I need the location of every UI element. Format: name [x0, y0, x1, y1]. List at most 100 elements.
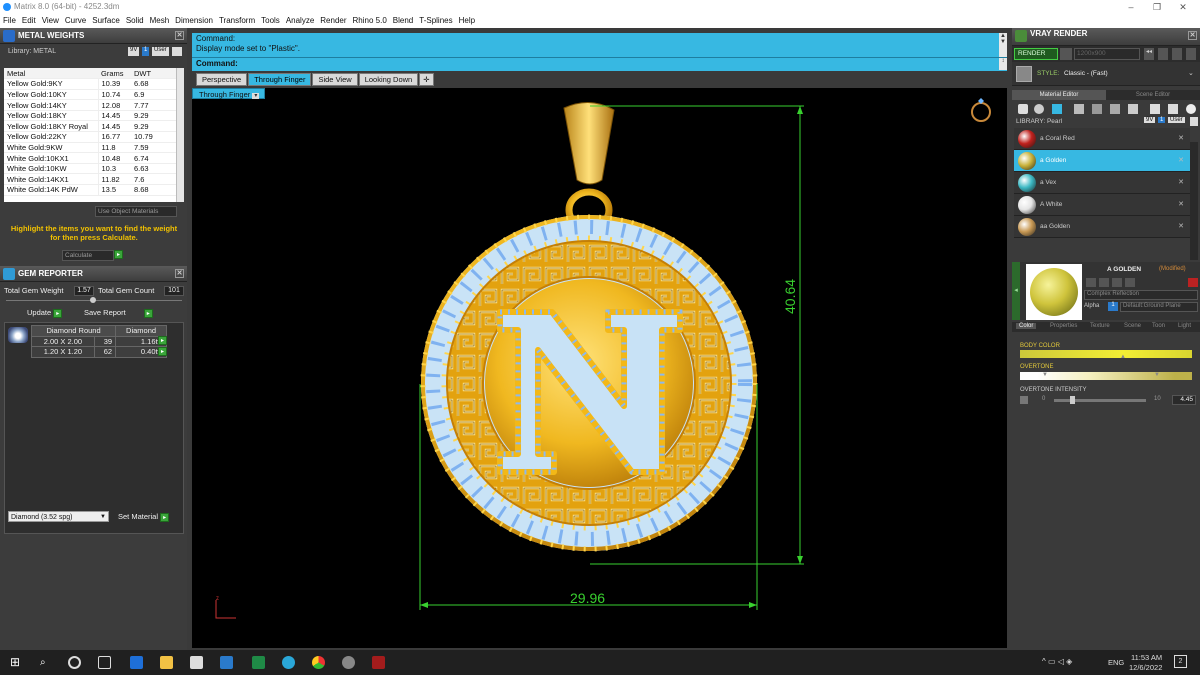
metal-table-row[interactable]: White Gold:14KX1 11.82 7.6	[4, 173, 176, 186]
remove-material-icon[interactable]: ✕	[1178, 200, 1184, 208]
command-scrollbar[interactable]: ▲ ▼	[999, 33, 1007, 57]
style-row[interactable]: STYLE: Classic - (Fast) ⌄	[1012, 62, 1200, 86]
overtone-handle-left[interactable]: ▼	[1042, 372, 1048, 378]
menu-view[interactable]: View	[39, 14, 62, 28]
menu-help[interactable]: Help	[456, 14, 478, 28]
tab-color[interactable]: Color	[1016, 323, 1037, 329]
tab-scene[interactable]: Scene	[1124, 323, 1141, 329]
metal-1-button[interactable]: 1	[142, 47, 150, 56]
remove-material-icon[interactable]: ✕	[1178, 156, 1184, 164]
eyedrop-tool-icon[interactable]	[1168, 104, 1178, 114]
system-tray-icons[interactable]: ^ ▭ ◁ ◈	[1042, 657, 1072, 666]
lib-1-button[interactable]: 1	[1158, 117, 1166, 123]
material-item[interactable]: a Coral Red ✕	[1014, 128, 1190, 150]
material-item[interactable]: A White ✕	[1014, 194, 1190, 216]
gem-table-row[interactable]: 1.20 X 1.20 62 0.40tw	[31, 346, 167, 358]
add-tab-button[interactable]: ✛	[419, 73, 434, 86]
metal-table-row[interactable]: Yellow Gold:10KY 10.74 6.9	[4, 89, 176, 101]
remove-material-icon[interactable]: ✕	[1178, 222, 1184, 230]
menu-tsplines[interactable]: T-Splines	[416, 14, 455, 28]
close-render-icon[interactable]	[1186, 48, 1196, 60]
metal-table-row[interactable]: White Gold:10KX1 10.48 6.74	[4, 152, 176, 164]
copy-tool-icon[interactable]	[1128, 104, 1138, 114]
prop-icon-2[interactable]	[1099, 278, 1109, 287]
close-icon[interactable]: ✕	[175, 269, 184, 278]
use-object-materials-select[interactable]: Use Object Materials	[95, 206, 177, 217]
close-button[interactable]: ✕	[1170, 0, 1196, 14]
complex-reflection-select[interactable]: Complex Reflection	[1084, 290, 1198, 300]
metal-table-row[interactable]: Yellow Gold:9KY 10.39 6.68	[4, 78, 176, 90]
render-button[interactable]: RENDER	[1014, 48, 1058, 60]
diamond-tool-icon[interactable]	[1034, 104, 1044, 114]
metal-table-row[interactable]: Yellow Gold:18KY 14.45 9.29	[4, 110, 176, 122]
matrix-icon[interactable]	[372, 656, 385, 669]
grid-tool-icon[interactable]	[1092, 104, 1102, 114]
light-tool-icon[interactable]	[1186, 104, 1196, 114]
chrome-icon[interactable]	[312, 656, 325, 669]
rhino-icon[interactable]	[342, 656, 355, 669]
tab-properties[interactable]: Properties	[1050, 323, 1077, 329]
task-view-icon[interactable]	[98, 656, 111, 669]
minimize-button[interactable]: –	[1118, 0, 1144, 14]
metal-9v-button[interactable]: 9V	[128, 47, 140, 56]
reset-icon[interactable]	[1188, 278, 1198, 287]
pattern-tool-icon[interactable]	[1110, 104, 1120, 114]
menu-blend[interactable]: Blend	[390, 14, 416, 28]
metal-table-row[interactable]: Yellow Gold:14KY 12.08 7.77	[4, 99, 176, 111]
body-color-bar[interactable]: ▲	[1020, 350, 1192, 360]
command-input[interactable]: Command: ↕	[192, 57, 1007, 70]
material-tool-icon[interactable]	[1018, 104, 1028, 114]
gem-table-row[interactable]: 2.00 X 2.00 39 1.16tw	[31, 335, 167, 348]
body-color-handle[interactable]: ▲	[1120, 354, 1126, 360]
clock-date[interactable]: 12/6/2022	[1129, 663, 1162, 672]
grams-col-header[interactable]: Grams	[98, 68, 131, 80]
sphere-tool-icon[interactable]	[1052, 104, 1062, 114]
intensity-thumb[interactable]	[1070, 396, 1075, 404]
tab-perspective[interactable]: Perspective	[196, 73, 248, 86]
tab-light[interactable]: Light	[1178, 323, 1191, 329]
maximize-button[interactable]: ❐	[1144, 0, 1170, 14]
metal-table-scrollbar[interactable]	[176, 68, 184, 202]
alpha-value[interactable]: 1	[1108, 302, 1118, 311]
notification-icon[interactable]: 2	[1174, 655, 1187, 668]
tab-texture[interactable]: Texture	[1090, 323, 1110, 329]
viewport[interactable]: Through Finger ▾ z 40.64 29.96	[192, 88, 1007, 648]
calculate-button[interactable]: Calculate ▸	[62, 250, 126, 261]
texture-tool-icon[interactable]	[1074, 104, 1084, 114]
remove-material-icon[interactable]: ✕	[1178, 134, 1184, 142]
edge-icon[interactable]	[130, 656, 143, 669]
overtone-intensity-slider[interactable]: 0 10 4.45	[1020, 395, 1196, 405]
camera-icon[interactable]	[1060, 48, 1072, 60]
menu-curve[interactable]: Curve	[62, 14, 89, 28]
intensity-value[interactable]: 4.45	[1172, 395, 1196, 405]
overtone-bar[interactable]: ▼ ▼	[1020, 372, 1192, 380]
menu-edit[interactable]: Edit	[19, 14, 39, 28]
menu-render[interactable]: Render	[317, 14, 349, 28]
menu-mesh[interactable]: Mesh	[147, 14, 173, 28]
set-material-button[interactable]: Set Material ▸	[118, 512, 170, 522]
metal-col-header[interactable]: Metal	[4, 68, 98, 80]
metal-expand-button[interactable]	[172, 47, 182, 56]
prev-icon[interactable]: ◂◂	[1144, 48, 1154, 60]
metal-table-row[interactable]: White Gold:10KW 10.3 6.63	[4, 163, 176, 175]
prop-icon-3[interactable]	[1112, 278, 1122, 287]
menu-dimension[interactable]: Dimension	[172, 14, 216, 28]
lib-expand-button[interactable]	[1190, 117, 1198, 126]
dwt-col-header[interactable]: DWT	[131, 68, 176, 80]
close-icon[interactable]: ✕	[175, 31, 184, 40]
ground-plane-select[interactable]: Default:Ground Plane	[1120, 302, 1198, 312]
cortana-icon[interactable]	[68, 656, 81, 669]
lib-user-button[interactable]: User	[1168, 117, 1185, 123]
tab-looking-down[interactable]: Looking Down	[358, 73, 419, 86]
options-icon[interactable]	[1158, 48, 1168, 60]
menu-analyze[interactable]: Analyze	[283, 14, 317, 28]
settings-icon[interactable]	[1172, 48, 1182, 60]
windows-start-icon[interactable]: ⊞	[10, 656, 23, 669]
file-explorer-icon[interactable]	[160, 656, 173, 669]
gem-row-go-icon[interactable]: ▸	[158, 347, 167, 356]
tab-scene-editor[interactable]: Scene Editor	[1106, 90, 1200, 100]
menu-solid[interactable]: Solid	[123, 14, 147, 28]
menu-transform[interactable]: Transform	[216, 14, 258, 28]
tab-side-view[interactable]: Side View	[312, 73, 358, 86]
tab-through-finger[interactable]: Through Finger	[248, 73, 312, 86]
